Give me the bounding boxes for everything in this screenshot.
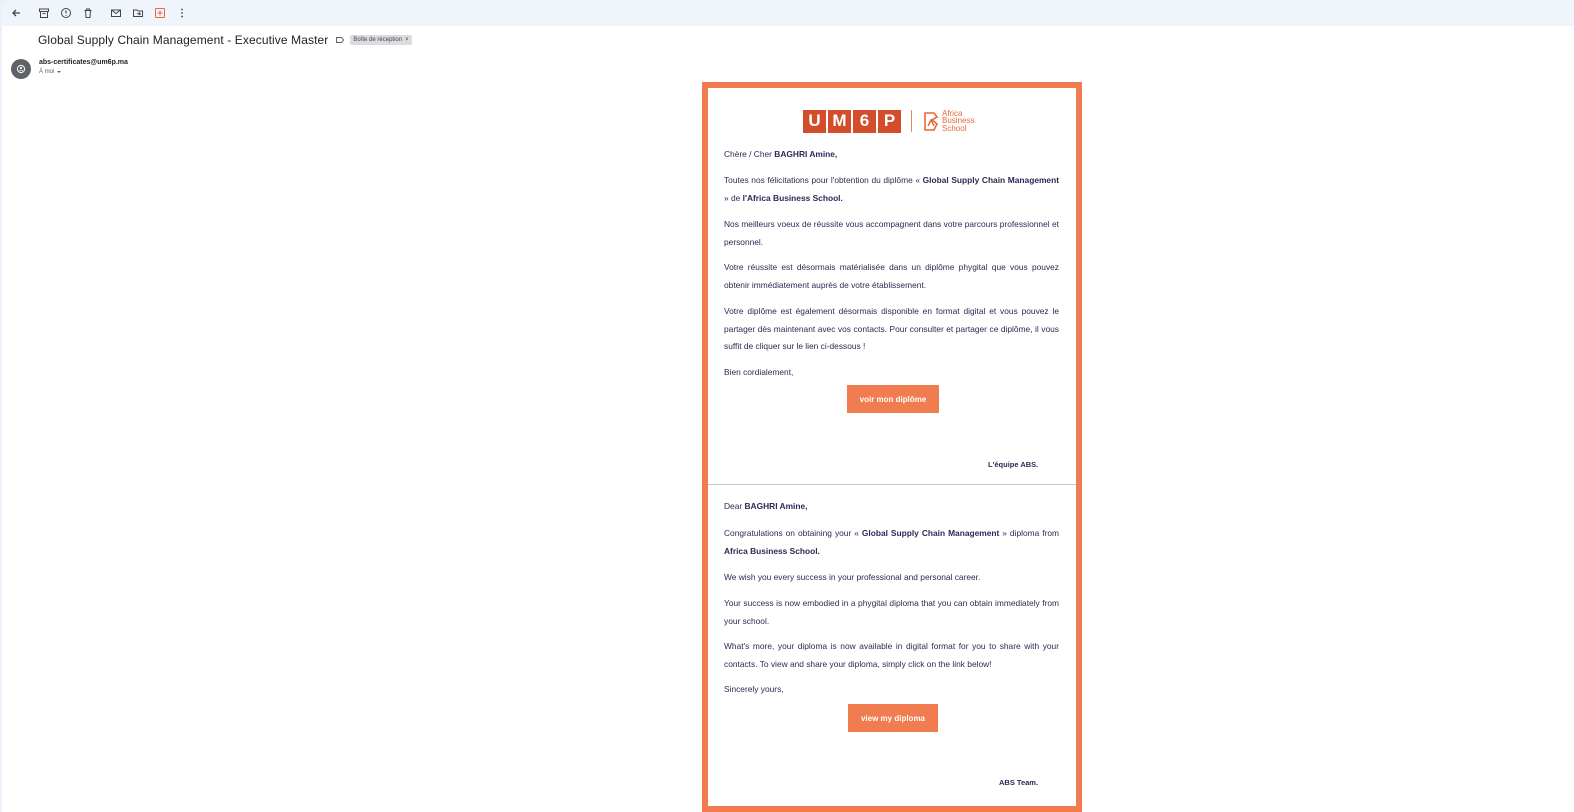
person-icon — [16, 64, 26, 74]
delete-icon — [84, 8, 92, 18]
sender-avatar[interactable] — [11, 59, 31, 79]
tasks-icon — [155, 8, 165, 18]
en-paragraph-2: We wish you every success in your profes… — [724, 572, 981, 582]
abs-logo-text: Africa Business School — [942, 110, 974, 133]
fr-school-name: l'Africa Business School. — [742, 192, 843, 203]
en-p1-text-b: » diploma from — [999, 528, 1059, 538]
remove-label-icon[interactable]: × — [405, 37, 409, 43]
fr-greeting: Chère / Cher BAGHRI Amine, — [724, 146, 1059, 164]
report-spam-button[interactable] — [55, 2, 77, 24]
recipient-line[interactable]: À moi — [39, 69, 62, 75]
email-toolbar — [2, 0, 1574, 26]
fr-recipient-name: BAGHRI Amine, — [774, 149, 838, 159]
fr-greeting-prefix: Chère / Cher — [724, 149, 775, 159]
move-to-icon — [133, 9, 143, 17]
um6p-letter-u: U — [803, 109, 826, 133]
back-arrow-icon — [12, 9, 20, 17]
fr-paragraph-4: Votre diplôme est également désormais di… — [724, 306, 1059, 351]
en-greeting-prefix: Dear — [724, 501, 745, 511]
en-paragraph-3: Your success is now embodied in a phygit… — [724, 598, 1059, 626]
delete-button[interactable] — [77, 2, 99, 24]
um6p-letter-m: M — [828, 109, 851, 133]
en-program-name: Global Supply Chain Management — [861, 528, 1000, 538]
fr-closing: Bien cordialement, — [724, 367, 794, 377]
archive-button[interactable] — [33, 2, 55, 24]
en-greeting: Dear BAGHRI Amine, — [724, 498, 1059, 516]
view-diploma-fr-button[interactable]: voir mon diplôme — [847, 385, 939, 413]
logo-divider — [911, 110, 912, 132]
abs-line-3: School — [942, 123, 967, 133]
language-divider — [708, 484, 1076, 485]
tasks-button[interactable] — [149, 2, 171, 24]
um6p-letter-6: 6 — [853, 109, 876, 133]
en-school-name: Africa Business School. — [724, 545, 820, 556]
inbox-label-text: Boîte de réception — [353, 37, 403, 43]
more-options-button[interactable] — [171, 2, 193, 24]
en-paragraph-1: Congratulations on obtaining your « Glob… — [724, 525, 1059, 560]
en-p1-text-a: Congratulations on obtaining your « — [724, 528, 862, 538]
fr-program-name: Global Supply Chain Management — [922, 175, 1059, 185]
en-paragraph-4: What's more, your diploma is now availab… — [724, 641, 1059, 669]
fr-p1-text-b: » de — [724, 192, 743, 203]
fr-paragraph-3: Votre réussite est désormais matérialisé… — [724, 262, 1059, 290]
header-logos: U M 6 P Africa Business School — [803, 109, 974, 133]
abs-logo: Africa Business School — [922, 109, 974, 133]
email-view: Global Supply Chain Management - Executi… — [2, 0, 1574, 812]
fr-signoff: L'équipe ABS. — [988, 460, 1039, 469]
email-subject: Global Supply Chain Management - Executi… — [38, 33, 329, 47]
move-to-button[interactable] — [127, 2, 149, 24]
um6p-letter-p: P — [878, 109, 901, 133]
subject-row: Global Supply Chain Management - Executi… — [38, 33, 412, 47]
archive-icon — [39, 8, 49, 18]
more-icon — [181, 8, 183, 18]
mark-unread-button[interactable] — [105, 2, 127, 24]
en-signoff: ABS Team. — [999, 778, 1039, 787]
fr-paragraph-2: Nos meilleurs voeux de réussite vous acc… — [724, 219, 1059, 247]
en-recipient-name: BAGHRI Amine, — [744, 501, 808, 511]
inbox-label-chip[interactable]: Boîte de réception × — [350, 35, 412, 45]
um6p-logo: U M 6 P — [803, 109, 901, 133]
sender-address[interactable]: abs-certificates@um6p.ma — [39, 59, 128, 66]
recipient-text: À moi — [39, 69, 55, 75]
label-icon[interactable] — [335, 35, 345, 45]
back-button[interactable] — [5, 2, 27, 24]
en-closing: Sincerely yours, — [724, 684, 784, 694]
view-diploma-en-button[interactable]: view my diploma — [848, 704, 938, 732]
chevron-down-icon — [57, 71, 62, 73]
report-icon — [61, 8, 71, 18]
abs-emblem-icon — [924, 112, 939, 131]
mark-unread-icon — [111, 9, 121, 17]
fr-p1-text-a: Toutes nos félicitations pour l'obtentio… — [724, 175, 923, 185]
email-body-card: U M 6 P Africa Business School Chère / C… — [702, 82, 1082, 812]
fr-paragraph-1: Toutes nos félicitations pour l'obtentio… — [724, 172, 1059, 207]
